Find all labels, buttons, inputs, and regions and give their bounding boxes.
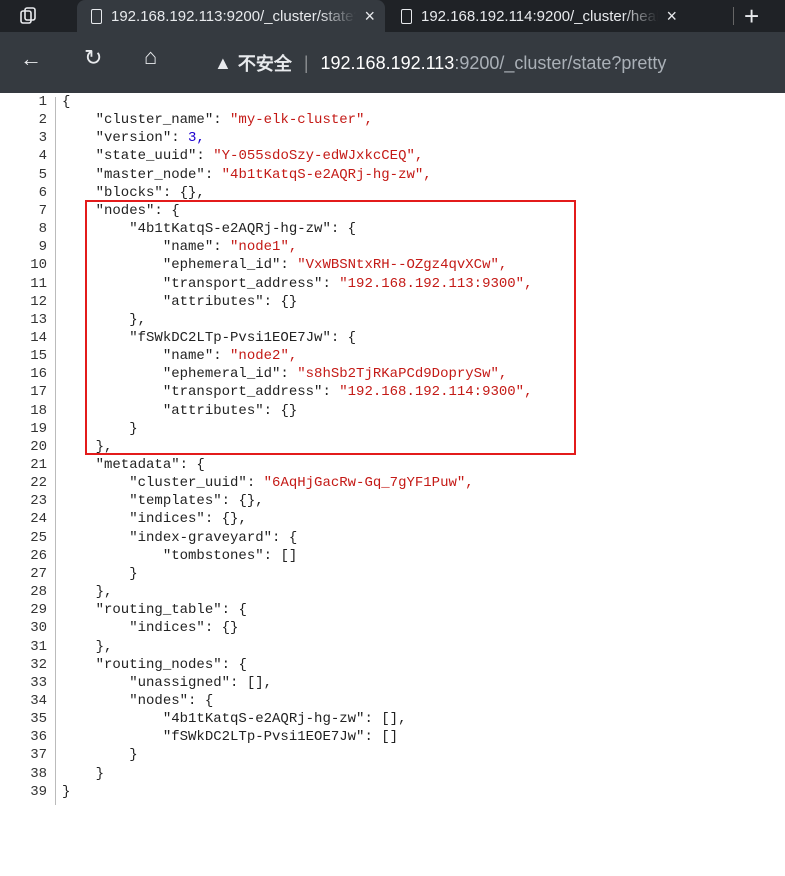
line-number: 15 xyxy=(30,348,47,365)
code-line: "templates": {}, xyxy=(62,493,264,510)
code-line: "indices": {} xyxy=(62,620,239,637)
code-line: "routing_table": { xyxy=(62,602,247,619)
code-line: "tombstones": [] xyxy=(62,547,298,564)
warning-icon[interactable]: ▲ xyxy=(214,53,232,74)
line-number: 20 xyxy=(30,438,47,455)
line-number: 33 xyxy=(30,674,47,691)
line-number: 5 xyxy=(38,166,47,183)
line-number: 30 xyxy=(30,620,47,637)
url-separator: | xyxy=(303,52,309,73)
line-number: 29 xyxy=(30,602,47,619)
page-icon xyxy=(91,8,102,24)
line-number: 13 xyxy=(30,311,47,328)
back-icon[interactable]: ← xyxy=(20,46,42,72)
line-number: 10 xyxy=(30,257,47,274)
new-tab-button[interactable]: + xyxy=(744,1,759,32)
code-line: } xyxy=(62,747,138,764)
security-label[interactable]: 不安全 xyxy=(238,50,292,76)
line-number: 17 xyxy=(30,384,47,401)
code-line: "nodes": { xyxy=(62,692,214,709)
line-number: 2 xyxy=(38,112,47,129)
line-number-gutter xyxy=(55,97,56,805)
code-line: "master_node": "4b1tKatqS-e2AQRj-hg-zw", xyxy=(62,166,432,183)
line-number: 11 xyxy=(30,275,47,292)
reload-icon[interactable]: ↻ xyxy=(84,45,102,71)
line-number: 1 xyxy=(38,94,47,110)
code-line: "cluster_uuid": "6AqHjGacRw-Gq_7gYF1Puw"… xyxy=(62,475,474,492)
code-line: }, xyxy=(62,584,113,601)
code-line: "state_uuid": "Y-055sdoSzy-edWJxkcCEQ", xyxy=(62,148,424,165)
code-line: } xyxy=(62,783,71,800)
code-line: "metadata": { xyxy=(62,457,205,473)
code-line: "blocks": {}, xyxy=(62,184,205,201)
line-number: 6 xyxy=(38,184,47,201)
nodes-highlight-box xyxy=(85,200,576,455)
code-line: } xyxy=(62,565,138,582)
code-line: "fSWkDC2LTp-Pvsi1EOE7Jw": [] xyxy=(62,729,399,746)
tab-separator xyxy=(733,7,734,25)
tab-title: 192.168.192.114:9200/_cluster/health xyxy=(421,7,659,25)
line-number: 36 xyxy=(30,729,47,746)
line-number: 12 xyxy=(30,293,47,310)
code-line: "version": 3, xyxy=(62,130,205,147)
url-path: :9200/_cluster/state?pretty xyxy=(454,52,667,73)
line-number: 19 xyxy=(30,420,47,437)
code-line: "index-graveyard": { xyxy=(62,529,298,546)
line-number: 34 xyxy=(30,692,47,709)
page-icon xyxy=(401,8,412,24)
url-host: 192.168.192.113 xyxy=(320,52,455,73)
code-line: }, xyxy=(62,638,113,655)
line-number: 8 xyxy=(38,221,47,238)
close-tab-icon[interactable]: × xyxy=(666,6,677,27)
line-number: 3 xyxy=(38,130,47,147)
line-number: 14 xyxy=(30,329,47,346)
line-number: 35 xyxy=(30,711,47,728)
line-number: 38 xyxy=(30,765,47,782)
tab-strip: 192.168.192.113:9200/_cluster/state?pret… xyxy=(0,0,785,32)
code-line: { xyxy=(62,94,71,110)
code-line: "routing_nodes": { xyxy=(62,656,247,673)
line-number: 32 xyxy=(30,656,47,673)
line-number: 16 xyxy=(30,366,47,383)
line-number: 37 xyxy=(30,747,47,764)
line-number: 9 xyxy=(38,239,47,256)
line-number: 22 xyxy=(30,475,47,492)
home-icon[interactable]: ⌂ xyxy=(144,44,157,70)
line-number: 27 xyxy=(30,565,47,582)
address-bar[interactable]: ▲ 不安全 | 192.168.192.113:9200/_cluster/st… xyxy=(214,48,666,78)
line-number: 4 xyxy=(38,148,47,165)
line-number: 18 xyxy=(30,402,47,419)
tab-actions-icon[interactable] xyxy=(18,6,38,26)
line-number: 24 xyxy=(30,511,47,528)
close-tab-icon[interactable]: × xyxy=(364,6,375,27)
tab-cluster-state[interactable]: 192.168.192.113:9200/_cluster/state?pret… xyxy=(77,0,385,32)
line-number: 28 xyxy=(30,584,47,601)
code-line: } xyxy=(62,765,105,782)
line-number: 7 xyxy=(38,202,47,219)
code-line: "4b1tKatqS-e2AQRj-hg-zw": [], xyxy=(62,711,407,728)
code-line: "unassigned": [], xyxy=(62,674,273,691)
line-number: 39 xyxy=(30,783,47,800)
tab-title: 192.168.192.113:9200/_cluster/state?pret… xyxy=(111,7,356,25)
line-number: 25 xyxy=(30,529,47,546)
code-line: "indices": {}, xyxy=(62,511,247,528)
line-number: 31 xyxy=(30,638,47,655)
code-line: "cluster_name": "my-elk-cluster", xyxy=(62,112,373,129)
line-number: 26 xyxy=(30,547,47,564)
line-number: 23 xyxy=(30,493,47,510)
tab-cluster-health[interactable]: 192.168.192.114:9200/_cluster/health × xyxy=(387,0,687,32)
line-number: 21 xyxy=(30,457,47,473)
